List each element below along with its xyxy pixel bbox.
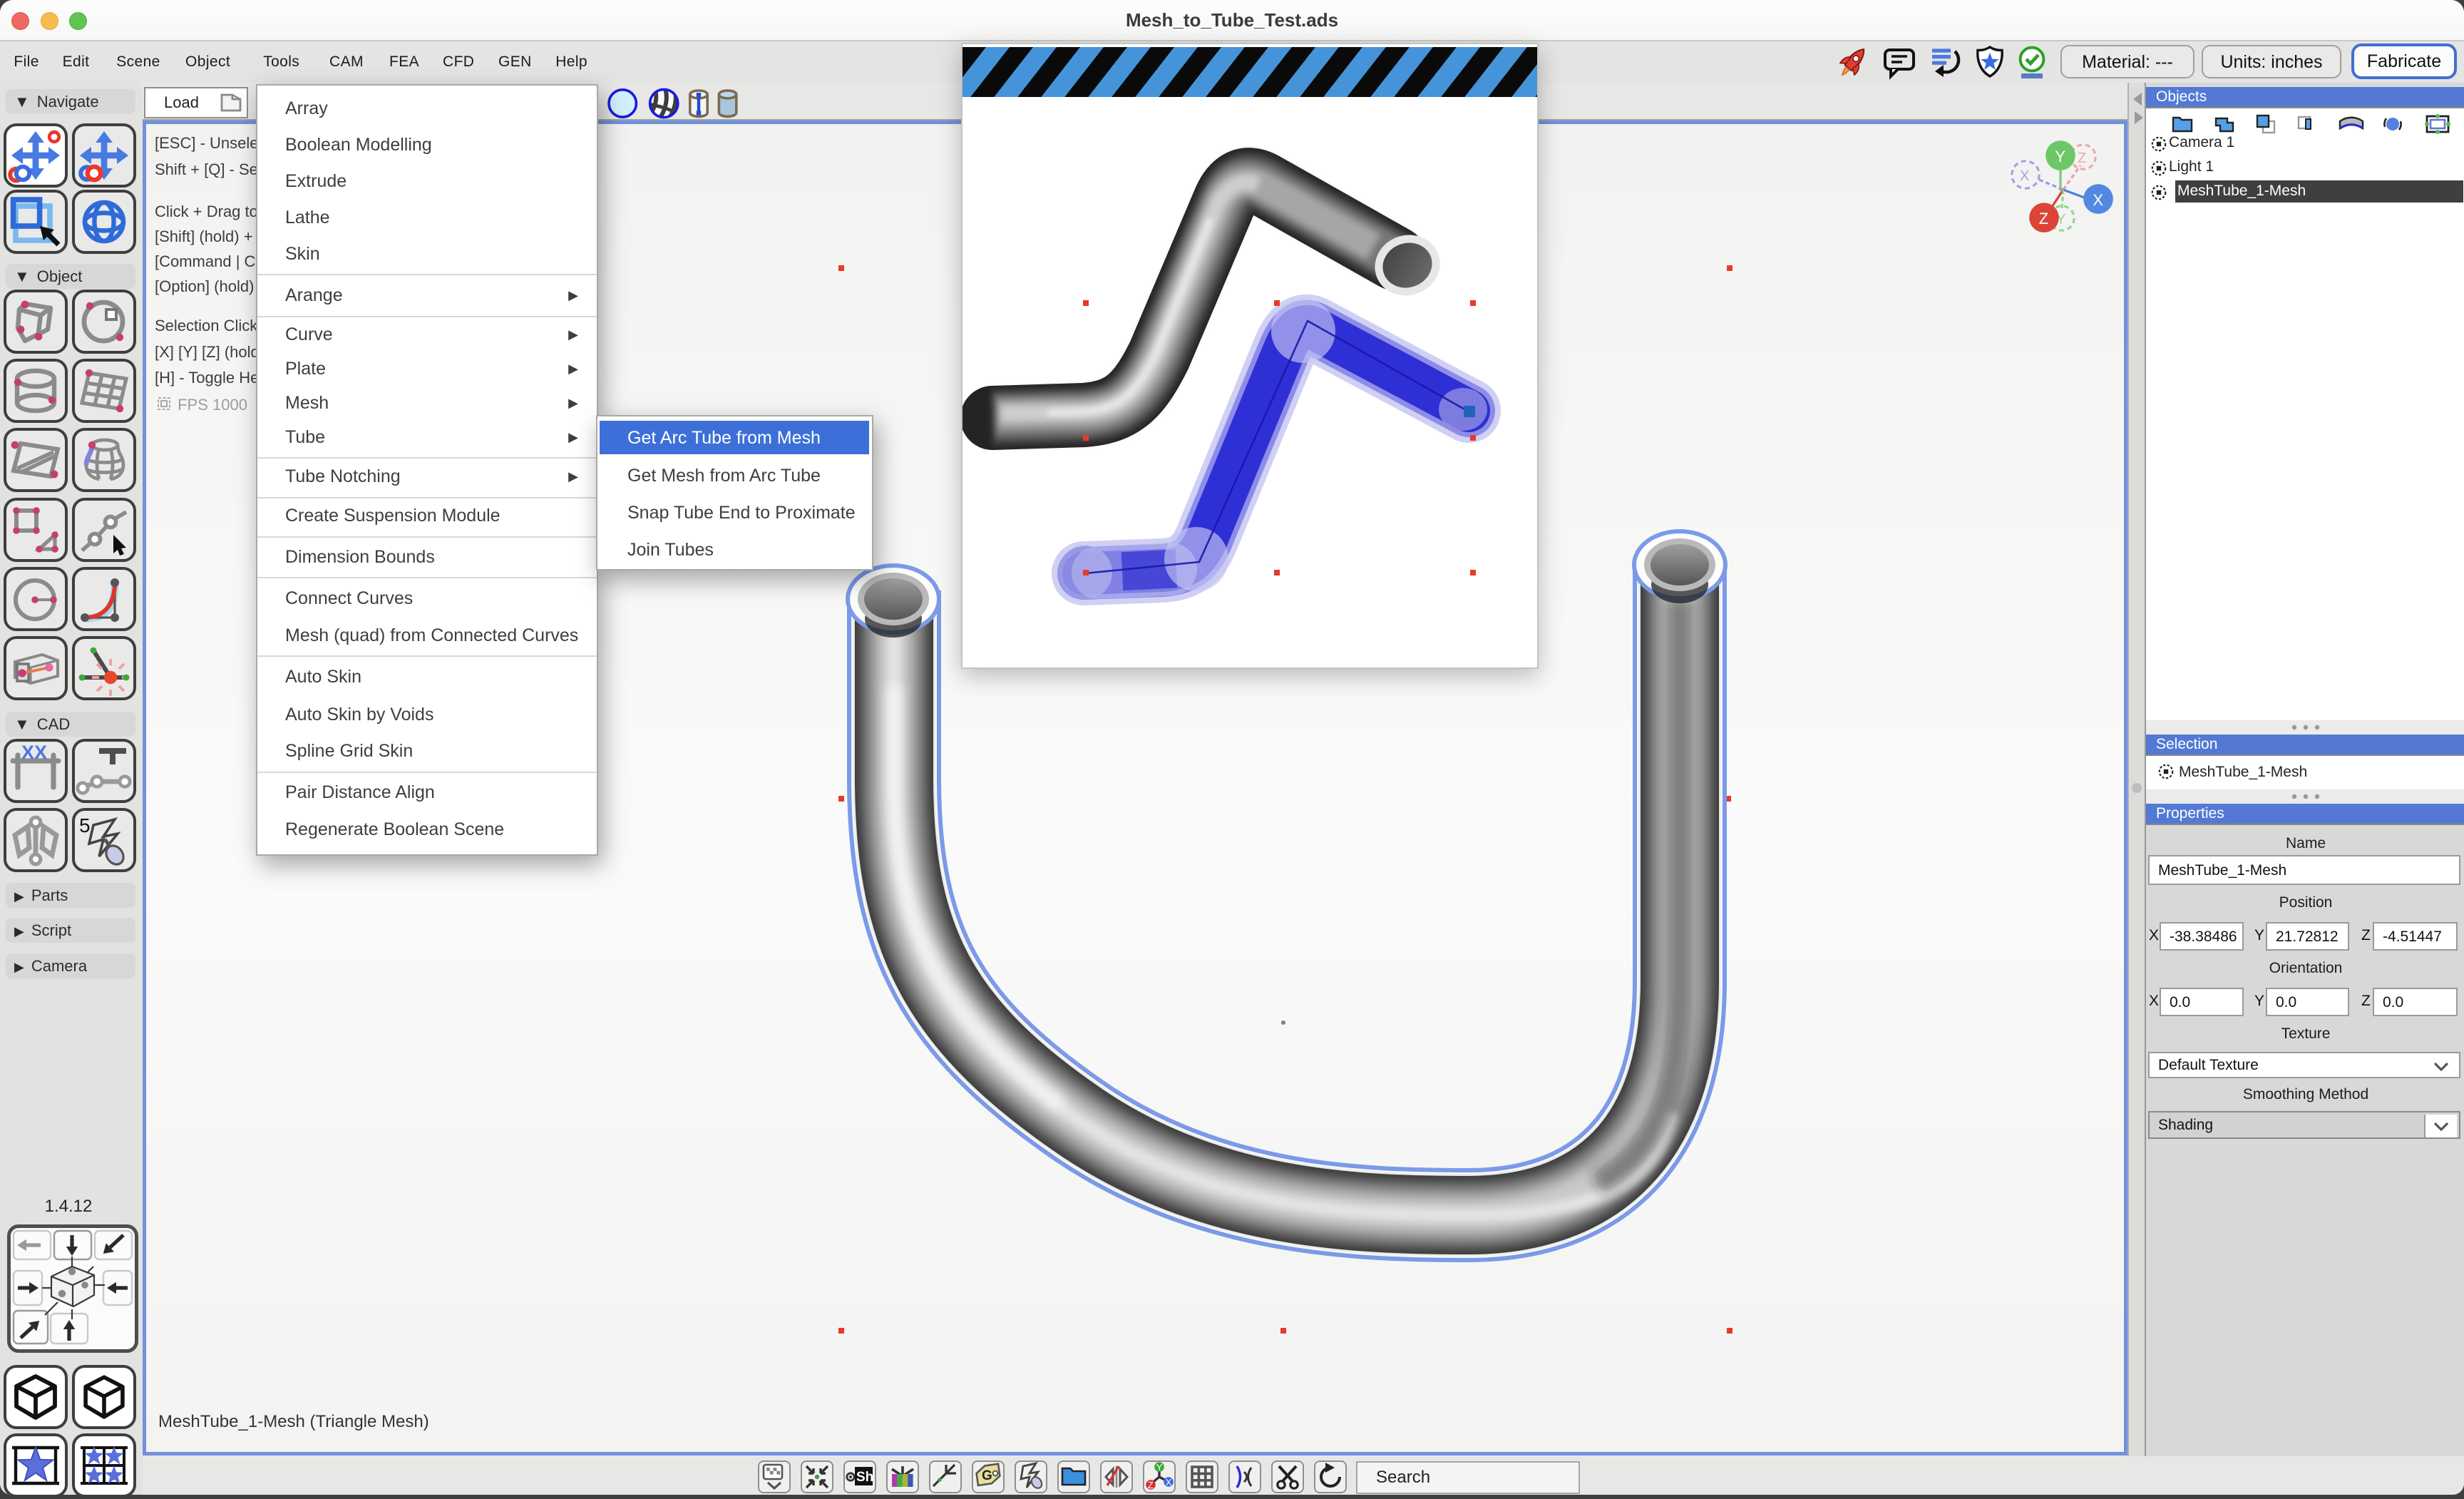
svg-text:Y: Y — [1156, 1462, 1163, 1473]
svg-text:Sh: Sh — [856, 1470, 873, 1485]
svg-text:5: 5 — [79, 814, 91, 837]
svg-text:X: X — [1166, 1477, 1172, 1488]
svg-text:Y: Y — [2055, 148, 2065, 165]
svg-text:XX: XX — [21, 742, 47, 763]
svg-text:X: X — [2093, 191, 2103, 209]
svg-text:X: X — [2020, 168, 2029, 184]
svg-text:Z: Z — [2078, 150, 2086, 166]
svg-text:G: G — [982, 1468, 992, 1483]
svg-text:Z: Z — [2039, 210, 2048, 227]
svg-text:Z: Z — [1148, 1480, 1154, 1490]
